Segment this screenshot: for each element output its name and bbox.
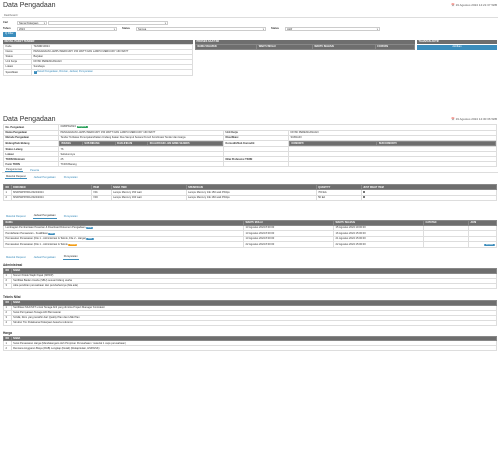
tab-jadwal-3[interactable]: Jadwal Pengadaan: [33, 256, 57, 260]
komoditi-col-0: KOMODITI: [288, 140, 378, 147]
tab-jadwal-1[interactable]: Jadwal Pengadaan: [33, 175, 57, 179]
cell: 2: [3, 345, 12, 352]
calendar-icon: 📅: [451, 3, 455, 7]
checkbox[interactable]: [363, 195, 366, 199]
cell: Lampu Mercury 1/E 160 watt Philips: [185, 194, 317, 202]
komoditi-col-1: SUB KOMODITI: [376, 140, 496, 147]
row-badge: Hari: [86, 227, 94, 230]
tabs-sub-2: Material Request Jadwal Pengadaan Persya…: [2, 214, 498, 219]
tab-persyaratan-1[interactable]: Persyaratan: [63, 175, 79, 179]
calendar-icon: 📅: [451, 117, 455, 121]
cell: Pemasukan Penawaran (File 1 - Administra…: [5, 242, 68, 246]
filter-button[interactable]: Q Filter: [3, 32, 16, 37]
cell: Rencana Anggaran Biaya (RAB) Lengkap (De…: [10, 345, 498, 352]
table-row: 3 Akta pendirian perusahaan dan perubahan…: [3, 282, 498, 289]
detail-section: No. Pengadaan 04/BPS/2024 Berjalan Nama P…: [0, 124, 500, 168]
proc-col-3: CATATAN: [374, 44, 416, 50]
tab-persyaratan-3[interactable]: Persyaratan: [62, 255, 79, 260]
table-row: 2 Rencana Anggaran Biaya (RAB) Lengkap (D…: [3, 345, 498, 352]
cell: Struktur Tim Pelaksana Pekerjaan beserta…: [10, 319, 498, 326]
spec-link[interactable]: Detail Pengadaan, Rincian, Jadwal, Persy…: [37, 70, 93, 73]
page-date: 📅 19 Agustus 2024 14:21:37 WIB: [451, 3, 497, 7]
cell: Akta pendirian perusahaan dan perubahann…: [10, 282, 498, 289]
tab-material-3[interactable]: Material Request: [5, 256, 27, 260]
table-row: 4 Struktur Tim Pelaksana Pekerjaan besert…: [3, 319, 498, 326]
bidang-col-0: BIDANG: [59, 140, 83, 147]
cell: Lembagian Pemberitaan Pesertan & Downloa…: [5, 226, 86, 230]
status-label: Status: [122, 26, 130, 30]
komoditi-label: Komoditi/Sub Komoditi: [223, 139, 289, 148]
status2-label: Status: [271, 26, 279, 30]
active-panel: TAHAPAN AKTIF Aktifkan: [417, 40, 497, 102]
bidang-label: Bidang/Sub Bidang: [3, 139, 59, 148]
tabs-main: Pengumuman Peserta: [2, 167, 498, 174]
jadwal-table: NAMA WAKTU MULAI WAKTU SELESAI CATATAN A…: [0, 220, 500, 248]
cell: 22 Agustus 2024 15:00:00: [333, 241, 424, 248]
status-badge: Berjalan: [76, 126, 88, 129]
row-badge: Pasar: [68, 243, 78, 246]
cell: 3: [3, 282, 12, 289]
cell: Pendaftaran Penawaran - Kualifikasi: [5, 231, 48, 235]
row-badge: Hari: [48, 232, 56, 235]
tahun-select[interactable]: 2024: [17, 26, 117, 31]
active-panel-header: TAHAPAN AKTIF: [417, 40, 497, 44]
detail-date: 📅 19 Agustus 2024 14:30:36 WIB: [451, 117, 497, 121]
detail-title: Data Pengadaan: [3, 116, 56, 123]
proc-col-0: NAMA TAHAPAN: [194, 44, 258, 50]
admin-table: NO NAMA 1 Nomor Pokok Wajib Pajak (NPWP) 2…: [0, 267, 500, 289]
proc-col-2: WAKTU SELESAI: [311, 44, 376, 50]
cell: MSR/WPP/001/2024/2024: [10, 194, 92, 202]
spesifikasi-label: Spesifikasi: [3, 69, 32, 76]
cell: 2: [3, 194, 12, 202]
tahun-label: Tahun: [3, 26, 11, 30]
cell: V03: [90, 194, 112, 202]
cell: 22 Agustus 2024 8:00:00: [243, 241, 334, 248]
top-panels: DETAIL PAKET TENDER Kode TENDR10024 Nama P…: [0, 40, 500, 102]
row-badge: Hari: [86, 238, 94, 241]
process-panel: PROSES SAAT INI NAMA TAHAPAN WAKTU MULAI…: [194, 40, 416, 102]
harga-table: NO NAMA 1 Surat Penawaran Harga (Mandatang…: [0, 335, 500, 352]
tabs-sub-3: Material Request Jadwal Pengadaan Persya…: [2, 255, 498, 260]
material-table: NO DOKUMEN ITEM NAMA ITEM SPESIFIKASI QU…: [0, 184, 500, 202]
tab-pengumuman[interactable]: Pengumuman: [5, 167, 24, 173]
form-tkdn-label: Form TKDN: [3, 161, 59, 168]
cell: Pemasukan Penawaran (File 1 - Administra…: [5, 237, 86, 241]
cari-input[interactable]: [48, 20, 168, 25]
filter-form: Cari Nama Pekerjaan Tahun 2024 Status Se…: [0, 18, 500, 40]
status2-select[interactable]: Aktif: [285, 26, 380, 31]
proc-col-1: WAKTU MULAI: [256, 44, 313, 50]
no-value: 04/BPS/2024: [60, 125, 76, 129]
bidang-col-3: KUALIFIKASI LAIN NAME SEJENIS: [147, 140, 223, 147]
cell: Lampu Mercury 160 watt: [110, 194, 187, 202]
aktifkan-button[interactable]: Aktifkan: [417, 45, 497, 50]
tab-jadwal-2[interactable]: Jadwal Pengadaan: [32, 214, 57, 219]
form-tkdn-value: TKDN Barang: [58, 161, 224, 168]
detail-panel: DETAIL PAKET TENDER Kode TENDR10024 Nama P…: [3, 40, 193, 102]
cell: 50 EA: [315, 194, 362, 202]
teknis-table: NO NAMA 1 Sertifikasi SKA/SKT untuk Tenaga…: [0, 299, 500, 326]
tabs-sub-1: Material Request Jadwal Pengadaan Persya…: [2, 174, 498, 180]
table-row: Pemasukan Penawaran (File 1 - Administra…: [3, 241, 497, 248]
cell: 4: [3, 319, 12, 326]
tab-material-1[interactable]: Material Request: [5, 174, 27, 180]
cari-label: Cari: [3, 20, 9, 24]
bidang-col-1: SUB BIDANG: [81, 140, 116, 147]
review-button[interactable]: Review: [484, 243, 495, 246]
bidang-col-2: KUALIFIKASI: [114, 140, 149, 147]
table-row: 2 MSR/WPP/001/2024/2024 V03 Lampu Mercury 1…: [3, 194, 498, 202]
cari-select[interactable]: Nama Pekerjaan: [17, 20, 47, 25]
tab-persyaratan-2[interactable]: Persyaratan: [63, 215, 79, 219]
checkbox[interactable]: [363, 190, 366, 193]
status-select[interactable]: Semua: [136, 26, 266, 31]
tab-material-2[interactable]: Material Request: [5, 215, 27, 219]
tab-peserta[interactable]: Peserta: [29, 168, 40, 172]
page-title: Data Pengadaan: [3, 2, 56, 9]
